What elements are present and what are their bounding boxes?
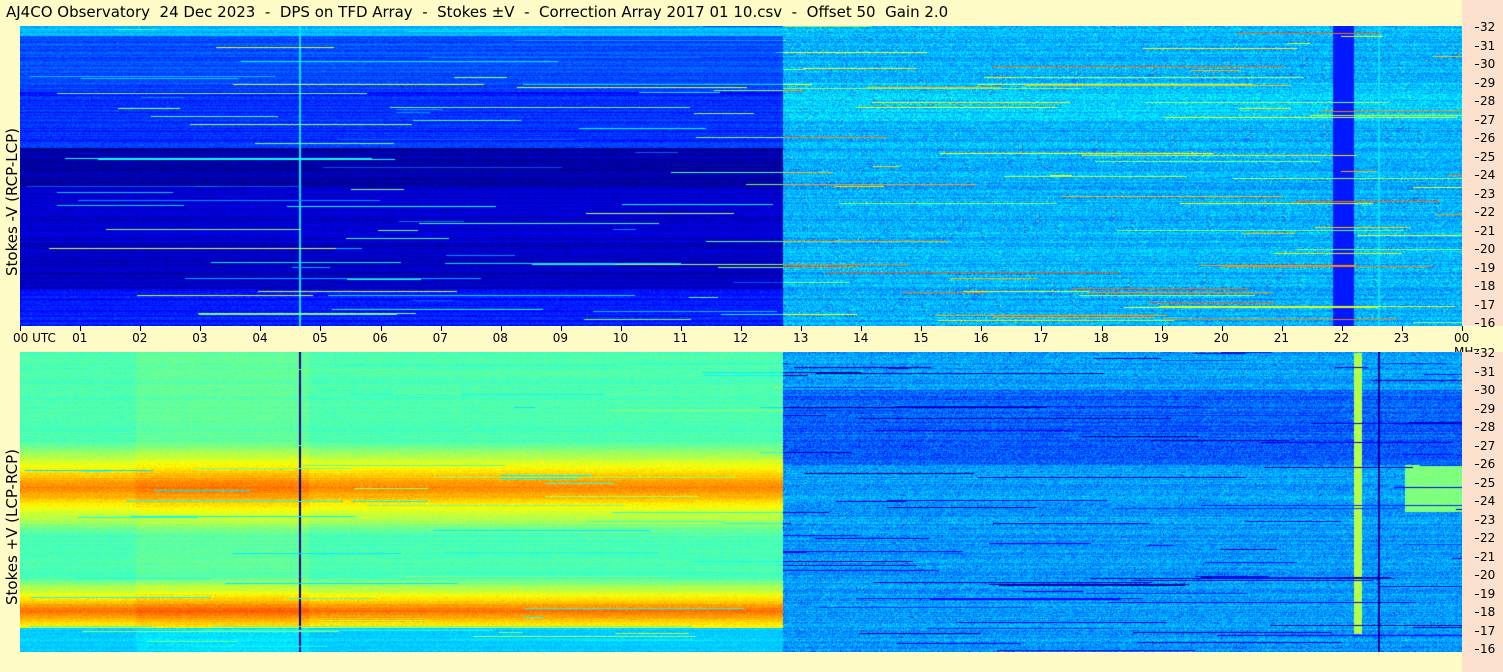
time-tick-label: 17 — [1033, 331, 1049, 345]
top-freq-tick: 30 — [1474, 57, 1496, 71]
bottom-freq-tick: 20 — [1474, 568, 1496, 582]
bottom-freq-tick: 23 — [1474, 512, 1496, 527]
top-freq-tick: 32 — [1474, 20, 1496, 34]
bottom-freq-tick: 21 — [1474, 549, 1496, 564]
top-freq-tick: 17 — [1474, 297, 1496, 312]
bottom-freq-tick: 26 — [1474, 457, 1496, 471]
time-tick-label: 07 — [432, 331, 448, 345]
stokes-plus-v-label: Stokes +V (LCP-RCP) — [3, 449, 21, 605]
top-freq-tick: 18 — [1474, 279, 1496, 293]
time-tick-label: 11 — [672, 331, 689, 345]
time-tick-label: 10 — [612, 331, 629, 345]
stokes-minus-v-heatmap — [20, 26, 1462, 326]
bottom-freq-tick: 19 — [1474, 586, 1496, 601]
time-tick-label: 05 — [312, 331, 328, 345]
top-freq-tick: 16 — [1474, 316, 1496, 330]
time-tick-label: 06 — [372, 331, 388, 345]
utc-time-axis: 00 UTC 01 02 03 04 05 06 07 08 09 10 11 12 13 14 15 16 17… — [0, 326, 1480, 359]
bottom-freq-tick: 31 — [1474, 364, 1496, 379]
stokes-minus-v-label: Stokes -V (RCP-LCP) — [3, 128, 21, 276]
top-freq-tick: 28 — [1474, 94, 1496, 108]
time-tick-label: 20 — [1213, 331, 1229, 345]
bottom-freq-tick: 27 — [1474, 438, 1496, 453]
top-freq-tick: 24 — [1474, 168, 1496, 182]
top-freq-tick: 27 — [1474, 112, 1496, 127]
top-freq-tick: 23 — [1474, 186, 1496, 201]
bottom-freq-tick: 16 — [1474, 642, 1496, 656]
time-tick-label: 19 — [1153, 331, 1169, 345]
time-tick-label: 12 — [733, 331, 749, 345]
bottom-freq-tick: 29 — [1474, 401, 1496, 416]
stokes-plus-v-panel — [20, 352, 1462, 652]
time-tick-label: 22 — [1333, 331, 1350, 345]
bottom-freq-tick: 24 — [1474, 494, 1496, 508]
time-tick-label: 03 — [192, 331, 208, 345]
top-freq-tick: 19 — [1474, 260, 1496, 275]
frequency-axis-bottom: 32 31 30 29 28 27 26 25 24 23 22 21 20 19 18 17 16 — [1462, 346, 1503, 672]
time-tick-label: 09 — [552, 331, 569, 345]
time-tick-label: 13 — [793, 331, 809, 345]
time-tick-label: 14 — [853, 331, 869, 345]
bottom-freq-tick: 28 — [1474, 420, 1496, 434]
stokes-plus-v-heatmap — [20, 352, 1462, 652]
time-tick-label: 08 — [492, 331, 508, 345]
stokes-minus-v-panel — [20, 26, 1462, 326]
bottom-freq-tick: 22 — [1474, 531, 1496, 545]
chart-title: AJ4CO Observatory 24 Dec 2023 - DPS on T… — [6, 3, 949, 21]
time-tick-label: 15 — [913, 331, 929, 345]
time-tick-label: 18 — [1093, 331, 1109, 345]
bottom-freq-tick: 25 — [1474, 475, 1496, 490]
top-freq-tick: 31 — [1474, 38, 1496, 53]
time-tick-label: 16 — [973, 331, 989, 345]
bottom-freq-tick: 32 — [1474, 346, 1496, 360]
top-freq-tick: 21 — [1474, 223, 1496, 238]
time-tick-label: 02 — [132, 331, 148, 345]
top-freq-tick: 20 — [1474, 242, 1496, 256]
frequency-axis-top: 32 31 30 29 28 27 26 25 24 23 22 21 20 19 18 17 16 — [1462, 0, 1503, 330]
top-freq-tick: 25 — [1474, 149, 1496, 164]
time-tick-label: 04 — [252, 331, 268, 345]
bottom-freq-tick: 30 — [1474, 383, 1496, 397]
time-tick-label: 23 — [1393, 331, 1410, 345]
time-tick-label: 21 — [1273, 331, 1290, 345]
time-tick-label: 01 — [72, 331, 88, 345]
top-freq-tick: 26 — [1474, 131, 1496, 145]
top-freq-tick: 22 — [1474, 205, 1496, 219]
bottom-freq-tick: 18 — [1474, 605, 1496, 619]
bottom-freq-tick: 17 — [1474, 623, 1496, 638]
time-tick-label: 00 UTC — [13, 331, 56, 345]
top-freq-tick: 29 — [1474, 75, 1496, 90]
